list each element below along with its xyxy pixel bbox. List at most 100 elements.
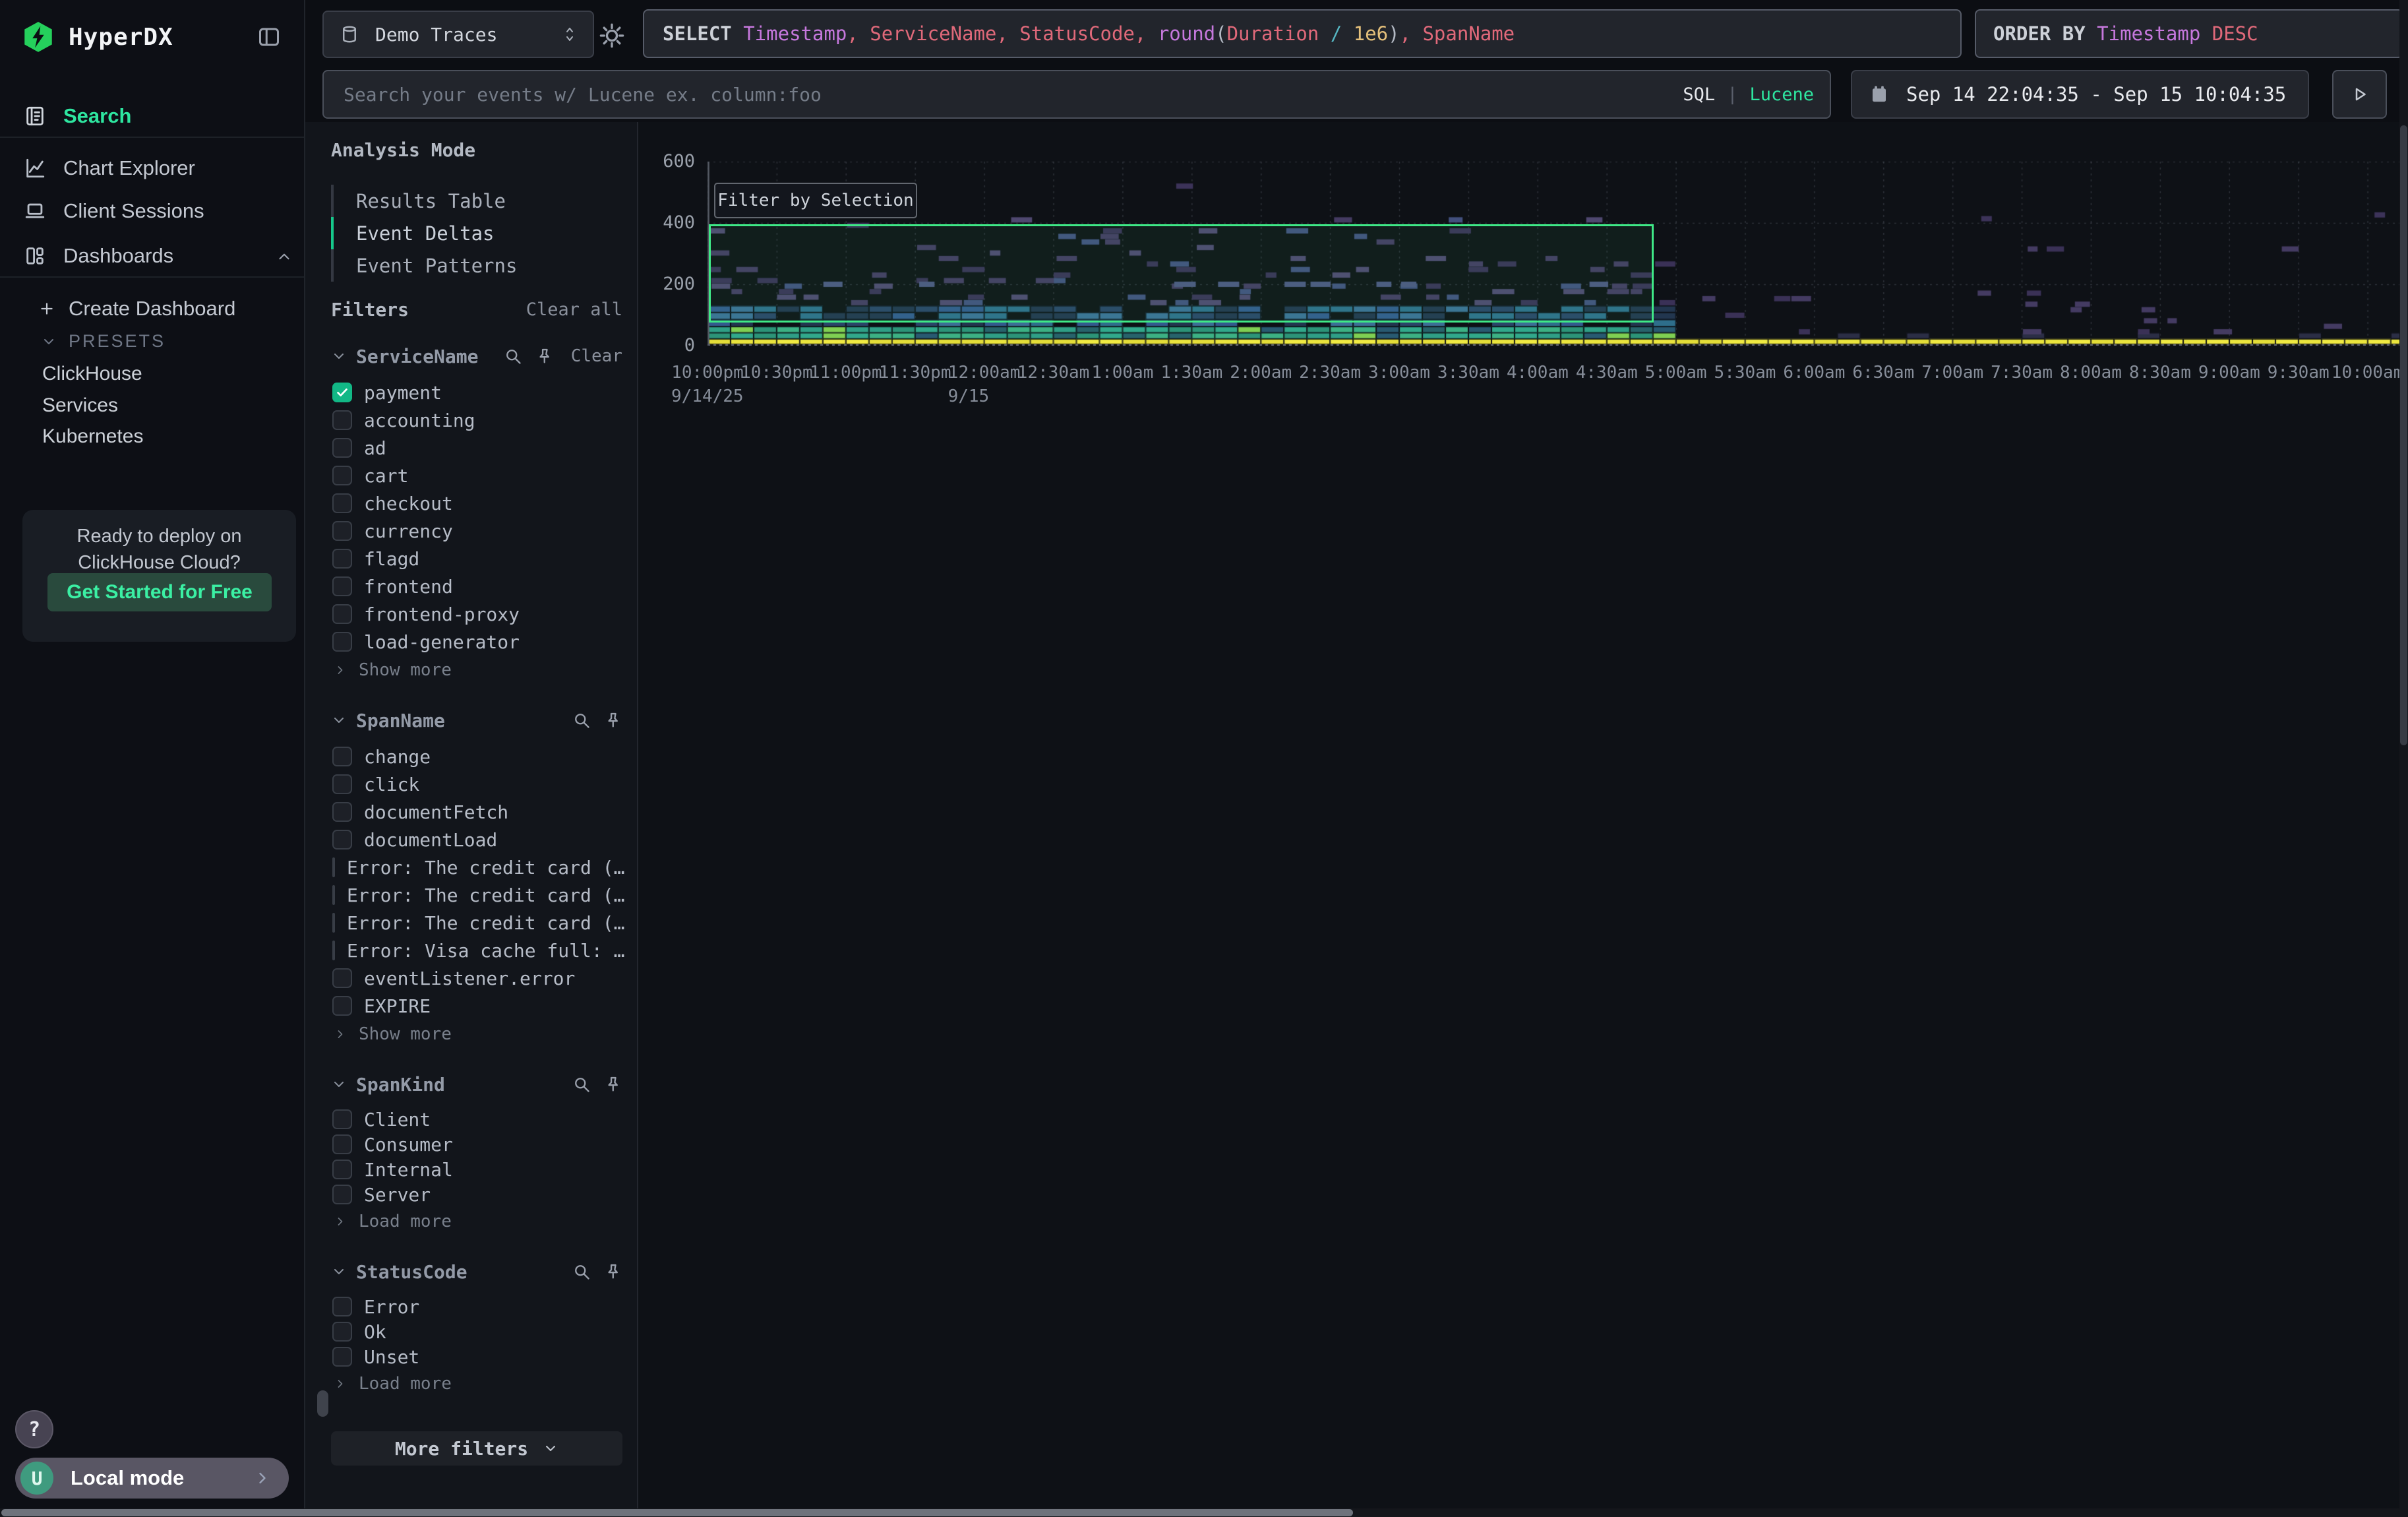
filter-checkbox-row[interactable]: currency	[331, 517, 622, 545]
filter-checkbox-row[interactable]: checkout	[331, 489, 622, 517]
filter-checkbox-row[interactable]: load-generator	[331, 628, 622, 656]
sidebar-item-services[interactable]: Services	[42, 394, 118, 417]
checkbox-unchecked[interactable]	[332, 410, 352, 430]
checkbox-unchecked[interactable]	[332, 466, 352, 485]
checkbox-unchecked[interactable]	[332, 1185, 352, 1204]
sidebar-item-kubernetes[interactable]: Kubernetes	[42, 425, 143, 448]
data-source-select[interactable]: Demo Traces	[322, 11, 594, 58]
filter-checkbox-row[interactable]: Error: The credit card (…	[331, 853, 622, 881]
checkbox-unchecked[interactable]	[332, 438, 352, 458]
order-by-input[interactable]: ORDER BY Timestamp DESC	[1975, 9, 2403, 58]
filter-checkbox-row[interactable]: frontend-proxy	[331, 600, 622, 628]
create-dashboard-button[interactable]: Create Dashboard	[38, 297, 235, 321]
filter-checkbox-row[interactable]: accounting	[331, 406, 622, 434]
filter-checkbox-row[interactable]: Internal	[331, 1157, 622, 1182]
filter-checkbox-row[interactable]: documentLoad	[331, 826, 622, 853]
query-language-toggle[interactable]: SQL | Lucene	[1683, 84, 1814, 105]
filter-checkbox-row[interactable]: Error: The credit card (…	[331, 881, 622, 909]
checkbox-unchecked[interactable]	[332, 802, 352, 822]
filter-checkbox-row[interactable]: change	[331, 743, 622, 770]
checkbox-unchecked[interactable]	[332, 604, 352, 624]
filter-checkbox-row[interactable]: frontend	[331, 573, 622, 600]
filter-checkbox-row[interactable]: Unset	[331, 1344, 622, 1369]
sidebar-item-search[interactable]: Search	[24, 104, 131, 128]
filter-checkbox-row[interactable]: click	[331, 770, 622, 798]
checkbox-unchecked[interactable]	[332, 576, 352, 596]
panel-collapse-icon[interactable]	[256, 25, 282, 49]
filter-checkbox-row[interactable]: flagd	[331, 545, 622, 573]
analysis-option-results-table[interactable]: Results Table	[331, 185, 622, 217]
filter-group-clear-button[interactable]: Clear	[571, 346, 622, 366]
checkbox-unchecked[interactable]	[332, 913, 335, 933]
checkbox-unchecked[interactable]	[332, 774, 352, 794]
logo[interactable]: HyperDX	[22, 21, 173, 53]
search-input[interactable]	[342, 83, 1683, 106]
filter-group-header[interactable]: SpanName	[331, 707, 622, 733]
filter-checkbox-row[interactable]: Error	[331, 1294, 622, 1319]
filter-checkbox-row[interactable]: Error: Visa cache full: …	[331, 937, 622, 964]
show-more-button[interactable]: Show more	[331, 656, 622, 685]
filter-group-header[interactable]: SpanKind	[331, 1071, 622, 1098]
filter-checkbox-row[interactable]: documentFetch	[331, 798, 622, 826]
get-started-button[interactable]: Get Started for Free	[47, 573, 272, 611]
checkbox-unchecked[interactable]	[332, 493, 352, 513]
checkbox-checked[interactable]	[332, 383, 352, 402]
mode-sql[interactable]: SQL	[1683, 84, 1715, 105]
checkbox-unchecked[interactable]	[332, 941, 335, 960]
checkbox-unchecked[interactable]	[332, 1134, 352, 1154]
checkbox-unchecked[interactable]	[332, 549, 352, 569]
filter-checkbox-row[interactable]: EXPIRE	[331, 992, 622, 1020]
sidebar-item-chart-explorer[interactable]: Chart Explorer	[24, 156, 195, 180]
help-button[interactable]: ?	[15, 1410, 53, 1448]
vertical-scrollbar-thumb[interactable]	[2400, 125, 2407, 745]
data-source-value: Demo Traces	[375, 24, 544, 46]
filter-checkbox-row[interactable]: Error: The credit card (…	[331, 909, 622, 937]
user-menu[interactable]: U Local mode	[15, 1458, 289, 1499]
date-range-picker[interactable]: Sep 14 22:04:35 - Sep 15 10:04:35	[1851, 70, 2309, 119]
gear-icon[interactable]	[599, 22, 625, 49]
checkbox-unchecked[interactable]	[332, 1160, 352, 1179]
filter-checkbox-row[interactable]: Server	[331, 1182, 622, 1207]
checkbox-unchecked[interactable]	[332, 857, 335, 877]
checkbox-unchecked[interactable]	[332, 1322, 352, 1342]
sidebar-item-client-sessions[interactable]: Client Sessions	[24, 199, 204, 223]
run-query-button[interactable]	[2332, 70, 2387, 119]
sidebar-item-clickhouse[interactable]: ClickHouse	[42, 363, 142, 385]
presets-toggle[interactable]: PRESETS	[41, 331, 166, 352]
checkbox-unchecked[interactable]	[332, 830, 352, 850]
checkbox-unchecked[interactable]	[332, 747, 352, 766]
filters-title: Filters	[331, 299, 409, 321]
sql-select-input[interactable]: SELECT Timestamp, ServiceName, StatusCod…	[643, 9, 1962, 58]
checkbox-unchecked[interactable]	[332, 1347, 352, 1367]
filter-checkbox-row[interactable]: Ok	[331, 1319, 622, 1344]
show-more-button[interactable]: Show more	[331, 1020, 622, 1049]
checkbox-unchecked[interactable]	[332, 632, 352, 652]
filter-checkbox-row[interactable]: ad	[331, 434, 622, 462]
checkbox-unchecked[interactable]	[332, 521, 352, 541]
filter-checkbox-row[interactable]: Consumer	[331, 1132, 622, 1157]
show-more-button[interactable]: Load more	[331, 1207, 622, 1236]
horizontal-scrollbar-thumb[interactable]	[1, 1509, 1353, 1516]
checkbox-unchecked[interactable]	[332, 1297, 352, 1316]
checkbox-unchecked[interactable]	[332, 996, 352, 1016]
show-more-button[interactable]: Load more	[331, 1369, 622, 1398]
analysis-option-event-patterns[interactable]: Event Patterns	[331, 249, 622, 282]
filter-by-selection-button[interactable]: Filter by Selection	[714, 183, 917, 218]
chart-selection-region[interactable]	[709, 224, 1654, 323]
chevron-up-icon[interactable]	[276, 248, 293, 265]
sidebar-item-dashboards[interactable]: Dashboards	[24, 244, 173, 268]
filter-checkbox-row[interactable]: cart	[331, 462, 622, 489]
mode-lucene[interactable]: Lucene	[1749, 84, 1814, 105]
filter-checkbox-row[interactable]: payment	[331, 379, 622, 406]
panel-resize-handle[interactable]	[317, 1390, 328, 1417]
checkbox-unchecked[interactable]	[332, 968, 352, 988]
filter-group-header[interactable]: StatusCode	[331, 1258, 622, 1285]
filter-checkbox-row[interactable]: Client	[331, 1107, 622, 1132]
checkbox-unchecked[interactable]	[332, 1109, 352, 1129]
filter-group-header[interactable]: ServiceNameClear	[331, 343, 622, 369]
checkbox-unchecked[interactable]	[332, 885, 335, 905]
analysis-option-event-deltas[interactable]: Event Deltas	[331, 217, 622, 249]
filter-checkbox-row[interactable]: eventListener.error	[331, 964, 622, 992]
more-filters-button[interactable]: More filters	[331, 1431, 622, 1466]
clear-all-button[interactable]: Clear all	[526, 299, 622, 320]
